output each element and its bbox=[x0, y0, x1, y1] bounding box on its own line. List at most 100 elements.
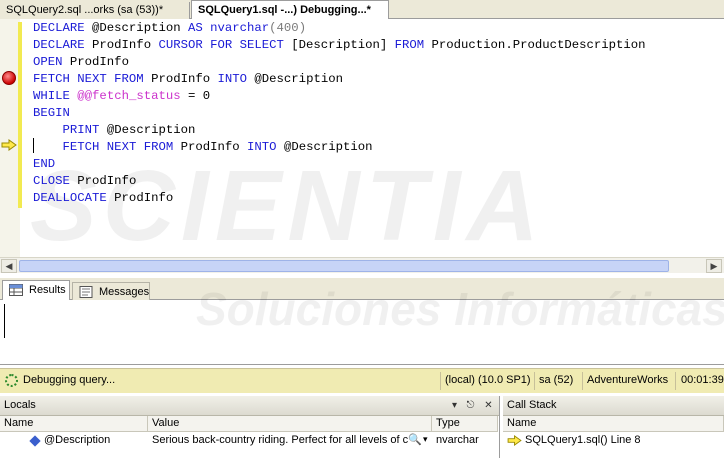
editor-gutter[interactable] bbox=[0, 19, 20, 257]
code-token: ProdInfo bbox=[84, 38, 159, 52]
tab-messages[interactable]: Messages bbox=[72, 282, 150, 300]
code-token: ProdInfo bbox=[69, 174, 137, 188]
visualizer-dropdown-icon[interactable]: ▾ bbox=[423, 434, 428, 445]
code-token: ProdInfo bbox=[62, 55, 129, 69]
grid-icon bbox=[9, 284, 23, 296]
tab-sqlquery2[interactable]: SQLQuery2.sql ...orks (sa (53))* bbox=[0, 2, 190, 19]
code-token: @Description bbox=[276, 140, 373, 154]
code-line[interactable]: BEGIN bbox=[33, 105, 646, 122]
current-statement-arrow-icon bbox=[1, 139, 17, 151]
scroll-right-button[interactable]: ▶ bbox=[706, 259, 722, 273]
code-line[interactable]: FETCH NEXT FROM ProdInfo INTO @Descripti… bbox=[33, 71, 646, 88]
ssms-window: SQLQuery2.sql ...orks (sa (53))* SQLQuer… bbox=[0, 0, 724, 458]
code-token: ProdInfo bbox=[143, 72, 218, 86]
column-header-name[interactable]: Name bbox=[0, 416, 148, 432]
code-token: (400) bbox=[269, 21, 307, 35]
document-tab-strip: SQLQuery2.sql ...orks (sa (53))* SQLQuer… bbox=[0, 0, 724, 19]
results-caret bbox=[4, 304, 5, 338]
code-token: PRINT bbox=[62, 123, 100, 137]
scrollbar-thumb[interactable] bbox=[19, 260, 669, 272]
code-token: OPEN bbox=[33, 55, 63, 69]
code-token: DEALLOCATE bbox=[33, 191, 107, 205]
tab-sqlquery1[interactable]: SQLQuery1.sql -...) Debugging...* bbox=[191, 0, 389, 19]
code-token: BEGIN bbox=[33, 106, 70, 120]
status-database: AdventureWorks bbox=[587, 374, 669, 386]
locals-title: Locals bbox=[4, 399, 36, 411]
code-token: AS bbox=[187, 21, 203, 35]
locals-window: Locals ▾ ⎋ ✕ Name Value Type @Descriptio… bbox=[0, 396, 500, 458]
code-line[interactable]: DEALLOCATE ProdInfo bbox=[33, 190, 646, 207]
code-token: [Description] bbox=[283, 38, 395, 52]
code-token: CLOSE bbox=[33, 174, 70, 188]
pin-icon[interactable]: ⎋ bbox=[464, 399, 477, 412]
watermark-subtitle: Soluciones Informáticas bbox=[196, 283, 724, 335]
call-stack-window: Call Stack Name SQLQuery1.sql() Line 8 bbox=[503, 396, 724, 458]
code-line[interactable]: WHILE @@fetch_status = 0 bbox=[33, 88, 646, 105]
status-server: (local) (10.0 SP1) bbox=[445, 374, 531, 386]
code-token: ProdInfo bbox=[173, 140, 248, 154]
breakpoint-icon[interactable] bbox=[2, 71, 16, 85]
code-token: DECLARE bbox=[33, 21, 85, 35]
tab-messages-label: Messages bbox=[99, 286, 150, 298]
scroll-left-button[interactable]: ◀ bbox=[1, 259, 17, 273]
code-token: nvarchar bbox=[210, 21, 270, 35]
code-token: ProdInfo bbox=[106, 191, 174, 205]
code-line[interactable]: DECLARE @Description AS nvarchar(400) bbox=[33, 20, 646, 37]
code-line[interactable]: FETCH NEXT FROM ProdInfo INTO @Descripti… bbox=[33, 139, 646, 156]
status-divider bbox=[582, 372, 583, 390]
code-token: FETCH NEXT FROM bbox=[33, 72, 144, 86]
column-header-name[interactable]: Name bbox=[503, 416, 724, 432]
code-token: WHILE bbox=[33, 89, 70, 103]
query-editor[interactable]: SCIENTIA DECLARE @Description AS nvarcha… bbox=[0, 19, 724, 262]
code-token: @@fetch_status bbox=[77, 89, 181, 103]
status-divider bbox=[534, 372, 535, 390]
column-header-type[interactable]: Type bbox=[432, 416, 498, 432]
call-stack-row[interactable]: SQLQuery1.sql() Line 8 bbox=[503, 433, 724, 449]
editor-horizontal-scrollbar[interactable]: ◀ ▶ bbox=[0, 257, 724, 273]
dropdown-icon[interactable]: ▾ bbox=[448, 399, 461, 412]
call-stack-header: Call Stack bbox=[503, 396, 724, 416]
status-text: Debugging query... bbox=[23, 374, 116, 386]
call-stack-frame: SQLQuery1.sql() Line 8 bbox=[525, 434, 641, 446]
text-cursor bbox=[33, 138, 34, 153]
code-token: @Description bbox=[99, 123, 196, 137]
code-token: @Description bbox=[84, 21, 188, 35]
change-tracking-bar bbox=[18, 22, 22, 208]
current-frame-arrow-icon bbox=[507, 435, 522, 446]
status-user: sa (52) bbox=[539, 374, 574, 386]
status-elapsed-time: 00:01:39 bbox=[681, 374, 724, 386]
results-pane[interactable]: Soluciones Informáticas bbox=[0, 283, 724, 365]
code-token: DECLARE bbox=[33, 38, 85, 52]
code-token: @Description bbox=[247, 72, 343, 86]
code-line[interactable]: OPEN ProdInfo bbox=[33, 54, 646, 71]
code-text[interactable]: DECLARE @Description AS nvarchar(400) DEC… bbox=[33, 20, 646, 207]
code-line[interactable]: CLOSE ProdInfo bbox=[33, 173, 646, 190]
code-token: = 0 bbox=[180, 89, 211, 103]
close-icon[interactable]: ✕ bbox=[482, 399, 495, 412]
tab-results[interactable]: Results bbox=[2, 280, 70, 300]
code-token: END bbox=[33, 157, 56, 171]
column-header-value[interactable]: Value bbox=[148, 416, 432, 432]
locals-header: Locals ▾ ⎋ ✕ bbox=[0, 396, 499, 416]
local-name: @Description bbox=[44, 434, 111, 446]
variable-icon bbox=[29, 435, 41, 447]
table-row[interactable]: @Description Serious back-country riding… bbox=[0, 433, 500, 449]
status-divider bbox=[440, 372, 441, 390]
code-token: INTO bbox=[247, 140, 277, 154]
code-token: FETCH NEXT FROM bbox=[62, 140, 174, 154]
magnifier-icon[interactable]: 🔍 bbox=[408, 433, 422, 446]
query-status-bar: Debugging query... (local) (10.0 SP1) sa… bbox=[0, 368, 724, 393]
messages-icon bbox=[79, 286, 93, 298]
code-line[interactable]: PRINT @Description bbox=[33, 122, 646, 139]
code-token: Production.ProductDescription bbox=[424, 38, 646, 52]
local-type: nvarchar bbox=[436, 434, 479, 446]
tab-results-label: Results bbox=[29, 284, 66, 296]
code-token: INTO bbox=[217, 72, 248, 86]
busy-spinner-icon bbox=[5, 374, 18, 387]
code-token: CURSOR FOR SELECT bbox=[158, 38, 284, 52]
code-line[interactable]: END bbox=[33, 156, 646, 173]
code-line[interactable]: DECLARE ProdInfo CURSOR FOR SELECT [Desc… bbox=[33, 37, 646, 54]
local-value[interactable]: Serious back-country riding. Perfect for… bbox=[152, 434, 408, 446]
